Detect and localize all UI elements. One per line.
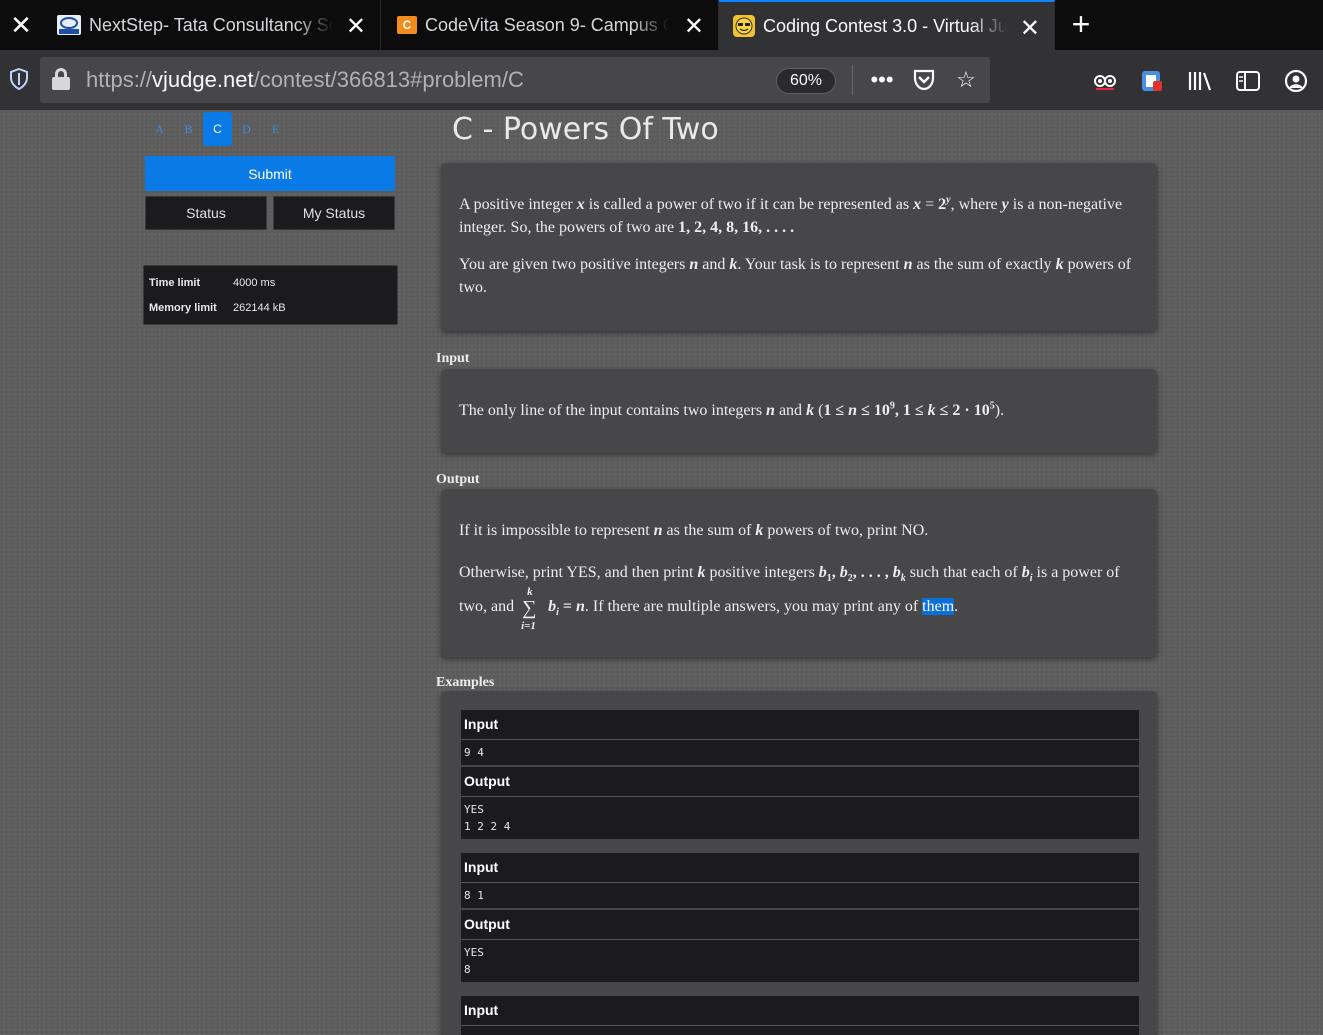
extension-icon[interactable]	[1090, 67, 1120, 95]
selected-text: them	[922, 598, 955, 615]
statement-paragraph-2: You are given two positive integers n an…	[459, 256, 1132, 296]
example-output[interactable]: YES 1 2 2 4	[461, 797, 1139, 839]
sum-symbol: k ∑ i=1	[521, 586, 537, 632]
example-output[interactable]: YES 8	[461, 940, 1139, 982]
codevita-icon: C	[397, 16, 417, 34]
page-title: C - Powers Of Two	[452, 112, 719, 147]
nav-bar: https://vjudge.net/contest/366813#proble…	[0, 50, 1323, 110]
sidebar-icon[interactable]	[1233, 67, 1263, 95]
tata-icon	[57, 15, 81, 35]
tab-title: Coding Contest 3.0 - Virtual Juc	[763, 15, 1007, 36]
tab-title: CodeVita Season 9- Campus Co	[425, 14, 669, 35]
url-separator	[852, 65, 853, 95]
tab-bar: ✕ NextStep- Tata Consultancy Ser ✕ C Cod…	[0, 0, 1323, 50]
library-icon[interactable]	[1185, 67, 1215, 95]
statement-paragraph-1: A positive integer x is called a power o…	[459, 194, 1123, 236]
zoom-indicator[interactable]: 60%	[776, 68, 836, 94]
output-paragraph-2: Otherwise, print YES, and then print k p…	[459, 564, 1120, 632]
memory-limit-label: Memory limit	[149, 302, 217, 314]
example-output-label: Output	[461, 767, 1139, 797]
example-input-label: Input	[461, 996, 1139, 1026]
shield-icon[interactable]	[8, 66, 30, 92]
account-icon[interactable]	[1281, 67, 1311, 95]
vjudge-icon	[733, 15, 755, 37]
example-input[interactable]: 9 4	[461, 740, 1139, 767]
example-input[interactable]: 8 1	[461, 883, 1139, 910]
new-tab-icon[interactable]: +	[1066, 6, 1096, 42]
output-heading: Output	[436, 472, 480, 487]
input-card: The only line of the input contains two …	[441, 369, 1157, 453]
input-text: The only line of the input contains two …	[459, 400, 1005, 419]
example-output-label: Output	[461, 910, 1139, 940]
problem-tab-b[interactable]: B	[174, 112, 203, 146]
output-card: If it is impossible to represent n as th…	[441, 489, 1157, 657]
problem-tab-d[interactable]: D	[232, 112, 261, 146]
problem-tab-a[interactable]: A	[145, 112, 174, 146]
url-text[interactable]: https://vjudge.net/contest/366813#proble…	[86, 67, 524, 93]
problem-tabs: A B C D E	[145, 112, 290, 146]
example-1: Input 9 4 Output YES 1 2 2 4	[461, 710, 1139, 839]
memory-limit-value: 262144 kB	[233, 302, 286, 314]
example-input-label: Input	[461, 853, 1139, 883]
example-input-label: Input	[461, 710, 1139, 740]
limits-panel: Time limit 4000 ms Memory limit 262144 k…	[143, 265, 398, 325]
example-3: Input	[461, 996, 1139, 1035]
time-limit-value: 4000 ms	[233, 277, 276, 289]
input-heading: Input	[436, 351, 470, 366]
close-window-icon[interactable]: ✕	[0, 0, 42, 50]
status-button[interactable]: Status	[145, 196, 267, 230]
example-2: Input 8 1 Output YES 8	[461, 853, 1139, 982]
lock-icon[interactable]	[52, 68, 70, 90]
close-tab-icon[interactable]: ✕	[1020, 14, 1040, 43]
my-status-button[interactable]: My Status	[273, 196, 395, 230]
shield-ext-icon[interactable]	[1137, 67, 1167, 95]
tab-vjudge[interactable]: Coding Contest 3.0 - Virtual Juc ✕	[719, 0, 1055, 50]
time-limit-label: Time limit	[149, 277, 201, 289]
more-icon[interactable]: •••	[866, 65, 898, 95]
statement-card: A positive integer x is called a power o…	[441, 163, 1157, 331]
submit-button[interactable]: Submit	[145, 156, 395, 191]
tab-codevita[interactable]: C CodeVita Season 9- Campus Co ✕	[381, 0, 719, 50]
url-bar[interactable]: https://vjudge.net/contest/366813#proble…	[40, 57, 990, 103]
close-tab-icon[interactable]: ✕	[346, 12, 366, 41]
tab-title: NextStep- Tata Consultancy Ser	[89, 14, 333, 35]
examples-card: Input 9 4 Output YES 1 2 2 4 Input 8 1 O…	[441, 691, 1157, 1035]
star-icon[interactable]: ☆	[950, 65, 982, 95]
problem-tab-c[interactable]: C	[203, 112, 232, 146]
pocket-icon[interactable]	[908, 65, 940, 95]
output-paragraph-1: If it is impossible to represent n as th…	[459, 522, 929, 539]
tab-nextstep[interactable]: NextStep- Tata Consultancy Ser ✕	[43, 0, 381, 50]
close-tab-icon[interactable]: ✕	[684, 12, 704, 41]
examples-heading: Examples	[436, 675, 495, 690]
problem-tab-e[interactable]: E	[261, 112, 290, 146]
page-content: A B C D E Submit Status My Status Time l…	[0, 110, 1323, 1035]
